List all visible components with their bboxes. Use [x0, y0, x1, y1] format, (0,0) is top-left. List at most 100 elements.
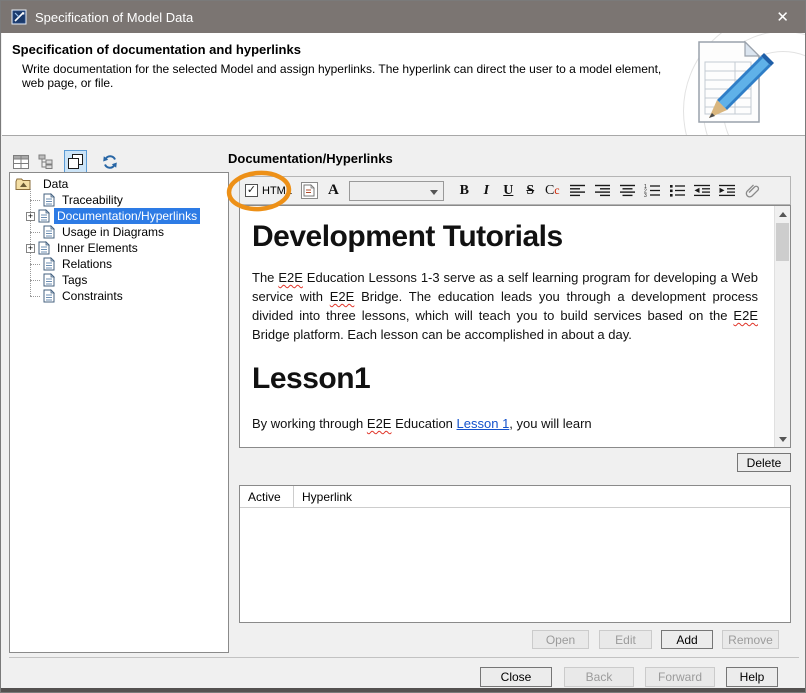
- properties-grid-icon: [13, 155, 29, 169]
- tree-connector: [30, 232, 40, 233]
- header-description: Write documentation for the selected Mod…: [22, 62, 682, 90]
- misspelled-text: E2E: [733, 308, 758, 323]
- scroll-up-icon[interactable]: [775, 206, 790, 222]
- scroll-down-icon[interactable]: [775, 431, 790, 447]
- doc-heading-development-tutorials: Development Tutorials: [252, 220, 758, 254]
- align-right-button[interactable]: [594, 181, 611, 201]
- checkbox-check-icon: ✓: [245, 184, 258, 197]
- tree-item-tags[interactable]: Tags: [24, 272, 90, 288]
- edit-button[interactable]: Edit: [599, 630, 652, 649]
- tree-item-label: Data: [40, 176, 71, 192]
- html-editor-toolbar: ✓ HTML A B I U S Cc: [239, 176, 791, 205]
- tree-item-label: Relations: [59, 256, 115, 272]
- doc-hyperlink[interactable]: Lesson 1: [457, 416, 510, 431]
- close-icon[interactable]: ✕: [770, 8, 795, 27]
- text-segment: By working through: [252, 416, 367, 431]
- scrollbar-thumb[interactable]: [776, 223, 789, 261]
- change-case-button[interactable]: Cc: [544, 181, 561, 201]
- italic-button[interactable]: I: [478, 181, 495, 201]
- tree-item-label: Usage in Diagrams: [59, 224, 167, 240]
- document-icon: [38, 241, 50, 255]
- underline-button[interactable]: U: [500, 181, 517, 201]
- specification-dialog-window: Specification of Model Data ✕ Specificat…: [0, 0, 806, 693]
- hyperlink-table[interactable]: Active Hyperlink: [239, 485, 791, 623]
- numbered-list-icon: 123: [644, 184, 660, 197]
- doc-clipped-line: how to install the software and tools ne…: [292, 447, 758, 448]
- font-family-select[interactable]: [349, 181, 444, 201]
- back-button[interactable]: Back: [564, 667, 634, 687]
- align-right-icon: [595, 184, 610, 197]
- window-title: Specification of Model Data: [35, 10, 193, 25]
- document-body[interactable]: Development Tutorials The E2E Education …: [240, 206, 774, 448]
- tree-item-constraints[interactable]: Constraints: [24, 288, 126, 304]
- tree-item-label: Traceability: [59, 192, 126, 208]
- attach-file-button[interactable]: [744, 181, 761, 201]
- tree-item-label: Inner Elements: [54, 240, 141, 256]
- align-center-icon: [620, 184, 635, 197]
- titlebar: Specification of Model Data ✕: [1, 1, 805, 33]
- tree-item-usage-in-diagrams[interactable]: Usage in Diagrams: [24, 224, 167, 240]
- open-button[interactable]: Open: [532, 630, 589, 649]
- doc-paragraph: The E2E Education Lessons 1-3 serve as a…: [252, 268, 758, 344]
- model-folder-icon: [15, 178, 31, 191]
- html-checkbox-label: HTML: [262, 185, 292, 197]
- svg-text:3: 3: [644, 193, 647, 197]
- paperclip-icon: [745, 183, 760, 198]
- editor-scrollbar[interactable]: [774, 206, 790, 447]
- increase-indent-icon: [719, 184, 735, 197]
- misspelled-text: E2E: [330, 289, 355, 304]
- remove-button[interactable]: Remove: [722, 630, 779, 649]
- numbered-list-button[interactable]: 123: [644, 181, 661, 201]
- document-icon: [43, 225, 55, 239]
- doc-heading-lesson1: Lesson1: [252, 362, 758, 396]
- tree-connector: [30, 280, 40, 281]
- text-segment: Education: [391, 416, 456, 431]
- bold-button[interactable]: B: [456, 181, 473, 201]
- documentation-editor[interactable]: Development Tutorials The E2E Education …: [239, 205, 791, 448]
- help-button[interactable]: Help: [726, 667, 778, 687]
- bullet-list-button[interactable]: [669, 181, 686, 201]
- add-button[interactable]: Add: [661, 630, 713, 649]
- expand-plus-icon[interactable]: +: [26, 212, 35, 221]
- chevron-down-icon: [430, 190, 438, 195]
- spec-tree-panel[interactable]: Data Traceability + Documentation/Hyperl…: [9, 172, 229, 653]
- font-settings-button[interactable]: A: [328, 182, 339, 199]
- edit-source-button[interactable]: [301, 182, 318, 199]
- page-title: Documentation/Hyperlinks: [228, 151, 393, 166]
- tree-connector: [30, 264, 40, 265]
- refresh-button[interactable]: [98, 150, 121, 173]
- increase-indent-button[interactable]: [719, 181, 736, 201]
- expand-plus-icon[interactable]: +: [26, 244, 35, 253]
- tree-item-inner-elements[interactable]: + Inner Elements: [24, 240, 141, 256]
- document-icon: [43, 289, 55, 303]
- tree-structure-icon: [38, 154, 54, 169]
- doc-paragraph: By working through E2E Education Lesson …: [252, 414, 758, 433]
- bullet-list-icon: [669, 184, 685, 197]
- standard-mode-button[interactable]: [64, 150, 87, 173]
- document-pencil-icon: [691, 38, 775, 130]
- column-header-active: Active: [240, 486, 294, 507]
- strikethrough-button[interactable]: S: [522, 181, 539, 201]
- document-icon: [43, 273, 55, 287]
- html-checkbox[interactable]: ✓ HTML: [245, 184, 292, 197]
- tree-item-relations[interactable]: Relations: [24, 256, 115, 272]
- tree-item-documentation-hyperlinks[interactable]: + Documentation/Hyperlinks: [24, 208, 200, 224]
- document-icon: [43, 193, 55, 207]
- close-button[interactable]: Close: [480, 667, 552, 687]
- forward-button[interactable]: Forward: [645, 667, 715, 687]
- properties-mode-button[interactable]: [9, 150, 32, 173]
- tree-item-traceability[interactable]: Traceability: [24, 192, 126, 208]
- expert-mode-button[interactable]: [34, 150, 57, 173]
- misspelled-text: E2E: [367, 416, 392, 431]
- align-center-button[interactable]: [619, 181, 636, 201]
- app-icon: [11, 9, 27, 25]
- align-left-button[interactable]: [569, 181, 586, 201]
- tree-item-data[interactable]: Data: [15, 176, 71, 192]
- tree-item-label: Tags: [59, 272, 90, 288]
- delete-button[interactable]: Delete: [737, 453, 791, 472]
- header-title: Specification of documentation and hyper…: [12, 42, 301, 57]
- button-bar-separator: [9, 657, 799, 658]
- align-left-icon: [570, 184, 585, 197]
- overlapping-windows-icon: [68, 154, 83, 169]
- decrease-indent-button[interactable]: [694, 181, 711, 201]
